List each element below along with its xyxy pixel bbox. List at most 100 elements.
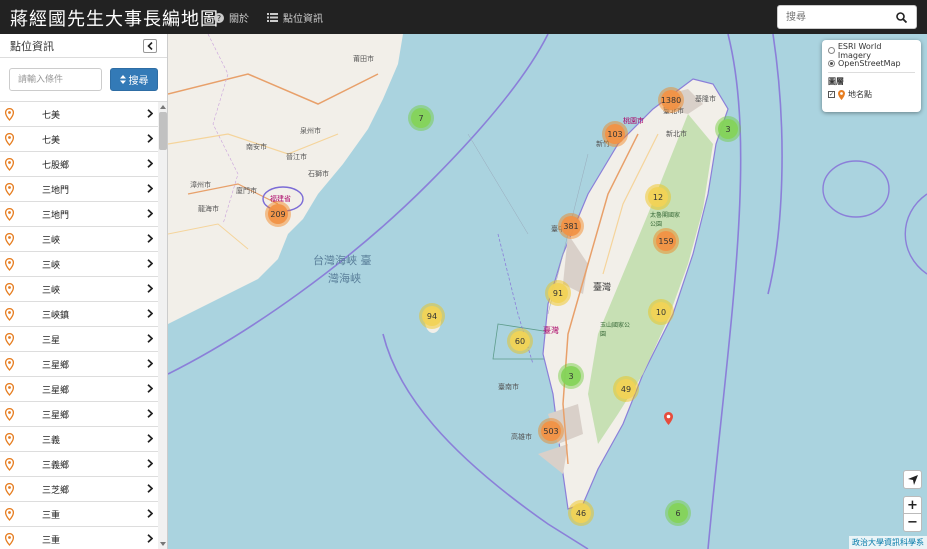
map-pin-icon[interactable] [664,412,673,425]
scroll-thumb[interactable] [159,112,167,150]
layer-option-esri[interactable]: ESRI World Imagery [828,42,915,60]
map-pin-icon [5,508,14,521]
list-item[interactable]: 七股鄉 [0,152,158,177]
list-item[interactable]: 七美 [0,102,158,127]
marker-cluster[interactable]: 159 [653,228,679,254]
map-pin-icon [5,458,14,471]
cluster-count: 6 [668,503,688,523]
label-taroko: 太魯閣國家公園 [650,212,681,228]
marker-cluster[interactable]: 6 [665,500,691,526]
label-xiamen: 廈門市 [236,187,257,195]
nav-about[interactable]: ? 關於 [214,10,249,25]
chevron-right-icon [147,209,153,218]
nav-about-label: 關於 [229,14,249,25]
map[interactable]: 莆田市 泉州市 廈門市 福建省 漳州市 晉江市 南安市 石獅市 龍海市 台灣海峽… [168,34,927,549]
places-checkbox[interactable]: ✓ [828,91,835,98]
marker-cluster[interactable]: 60 [507,328,533,354]
list-item[interactable]: 三芝鄉 [0,477,158,502]
sidebar-collapse-button[interactable] [143,38,157,53]
layer-control: ESRI World Imagery OpenStreetMap 圖層 ✓ 地名… [822,40,921,112]
marker-cluster[interactable]: 381 [558,213,584,239]
list-icon [267,13,278,22]
search-icon[interactable] [890,6,912,28]
list-item-label: 七美 [42,136,61,146]
label-taoyuan: 桃園市 [623,117,644,125]
point-list: 七美 七美 七股鄉 三地門 三地門 三峽 三峽 三峽 三峽鎮 三星 三星鄉 三星鄉 三星鄉 三義 三義鄉 三芝… [0,102,158,549]
list-item[interactable]: 三星鄉 [0,352,158,377]
nav-points[interactable]: 點位資訊 [267,10,323,25]
list-item-label: 三星 [42,336,61,346]
list-item[interactable]: 三峽 [0,252,158,277]
marker-cluster[interactable]: 94 [419,303,445,329]
list-item-label: 三重 [42,536,61,546]
marker-cluster[interactable]: 103 [602,121,628,147]
cluster-count: 381 [561,216,581,236]
top-search-input[interactable] [778,7,890,27]
list-item[interactable]: 三義 [0,427,158,452]
map-pin-icon [5,533,14,546]
chevron-right-icon [147,384,153,393]
label-strait: 台灣海峽 臺 [313,254,372,267]
list-item[interactable]: 三峽 [0,277,158,302]
navbar: 蔣經國先生大事長編地圖 ? 關於 點位資訊 [0,0,927,34]
marker-cluster[interactable]: 46 [568,500,594,526]
marker-cluster[interactable]: 209 [265,201,291,227]
marker-cluster[interactable]: 7 [408,105,434,131]
map-pin-icon [838,89,845,100]
marker-cluster[interactable]: 12 [645,184,671,210]
list-item[interactable]: 三重 [0,527,158,549]
filter-search-button[interactable]: 搜尋 [110,68,158,91]
list-item[interactable]: 三峽鎮 [0,302,158,327]
cluster-count: 1380 [661,90,681,110]
sidebar-scrollbar[interactable] [158,102,167,549]
list-item[interactable]: 三義鄉 [0,452,158,477]
zoom-out-button[interactable]: − [903,514,922,532]
list-item[interactable]: 三星鄉 [0,377,158,402]
overlay-title-label: 圖層 [828,77,844,86]
scroll-down-icon[interactable] [160,542,166,546]
chevron-right-icon [147,134,153,143]
osm-radio[interactable] [828,60,835,67]
cluster-count: 49 [616,379,636,399]
chevron-right-icon [147,109,153,118]
marker-cluster[interactable]: 91 [545,280,571,306]
overlay-option-places[interactable]: ✓ 地名點 [828,88,915,101]
chevron-right-icon [147,409,153,418]
marker-cluster[interactable]: 1380 [658,87,684,113]
list-item-label: 三峽 [42,261,61,271]
marker-cluster[interactable]: 3 [715,116,741,142]
sort-icon [119,75,126,84]
esri-radio[interactable] [828,47,835,54]
map-pin-icon [5,233,14,246]
label-strait-2: 灣海峽 [328,272,361,285]
cluster-count: 209 [268,204,288,224]
list-item[interactable]: 三重 [0,502,158,527]
map-pin-icon [5,408,14,421]
sidebar: 點位資訊 搜尋 七美七美七股鄉三地門三地門三峽三峽三峽三峽鎮三星三星鄉三星鄉三星… [0,34,168,549]
chevron-right-icon [147,284,153,293]
filter-input[interactable] [9,68,102,91]
marker-cluster[interactable]: 3 [558,363,584,389]
cluster-count: 503 [541,421,561,441]
layer-divider [828,72,915,73]
locate-button[interactable] [903,470,922,489]
label-quanzhou: 泉州市 [300,127,321,135]
list-item[interactable]: 三峽 [0,227,158,252]
places-label: 地名點 [848,90,872,99]
list-item[interactable]: 三地門 [0,177,158,202]
marker-cluster[interactable]: 503 [538,418,564,444]
list-item[interactable]: 三星鄉 [0,402,158,427]
scroll-up-icon[interactable] [160,105,166,109]
label-taiwan: 臺灣 [593,283,612,293]
map-attribution[interactable]: 政治大學資訊科學系 [849,536,927,549]
marker-cluster[interactable]: 10 [648,299,674,325]
zoom-in-button[interactable]: + [903,496,922,514]
map-pin-icon [5,158,14,171]
list-item[interactable]: 三星 [0,327,158,352]
cluster-count: 94 [422,306,442,326]
marker-cluster[interactable]: 49 [613,376,639,402]
list-item[interactable]: 三地門 [0,202,158,227]
list-item[interactable]: 七美 [0,127,158,152]
app-title[interactable]: 蔣經國先生大事長編地圖 [10,5,219,31]
cluster-count: 12 [648,187,668,207]
